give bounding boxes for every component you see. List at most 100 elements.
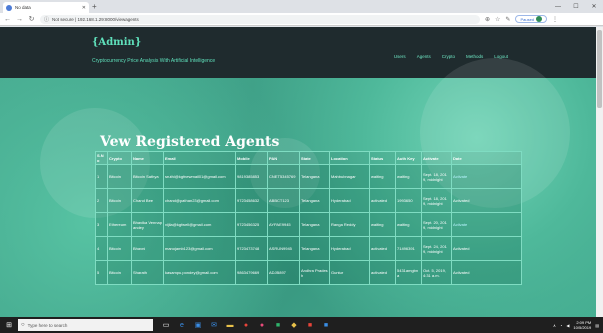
browser-tab[interactable]: No data ✕ — [3, 2, 89, 13]
cell-date: Oct. 5, 2019, 4:31 a.m. — [421, 260, 452, 285]
scrollbar-thumb[interactable] — [597, 30, 602, 108]
cell-state: Telangana — [299, 188, 330, 213]
cell-location: Guntur — [329, 260, 370, 285]
cell-sno: 2 — [95, 188, 108, 213]
taskbar-apps: ▭ e ▣ ✉ ▬ ● ● ■ ◆ ■ ■ — [161, 320, 331, 330]
cell-status: waiting — [369, 164, 396, 189]
app-icon[interactable]: ● — [257, 320, 267, 330]
reload-icon[interactable]: ↻ — [28, 15, 35, 23]
cell-crypto: Bitcoin — [107, 164, 132, 189]
bookmark-star-icon[interactable]: ☆ — [495, 16, 500, 23]
more-menu-icon[interactable]: ⋮ — [552, 16, 558, 23]
col-header: Status — [369, 151, 396, 165]
cell-state: Andhra Pradesh — [299, 260, 330, 285]
page-scrollbar[interactable] — [596, 27, 603, 317]
activate-link[interactable]: Activate — [451, 212, 522, 237]
cell-name: Bhavika Vennapandey — [131, 212, 164, 237]
zoom-icon[interactable]: ⊕ — [485, 16, 490, 23]
cell-mobile: 9723473748 — [235, 236, 268, 261]
maximize-icon[interactable]: ☐ — [567, 0, 585, 13]
cell-crypto: Bitcoin — [107, 188, 132, 213]
close-tab-icon[interactable]: ✕ — [82, 5, 86, 11]
cell-status: activated — [369, 188, 396, 213]
app-icon[interactable]: ■ — [321, 320, 331, 330]
browser-toolbar: ← → ↻ ⓘ Not secure | 192.168.1.29:8000/v… — [0, 13, 603, 26]
file-explorer-icon[interactable]: ▬ — [225, 320, 235, 330]
cell-activated: Activated — [451, 236, 522, 261]
col-header: State — [299, 151, 330, 165]
clock-date: 10/5/2019 — [573, 325, 592, 330]
taskbar-search[interactable]: ○ Type here to search — [18, 319, 153, 331]
col-header: Name — [131, 151, 164, 165]
system-tray: ∧ ◔ ◀ 2:09 PM 10/5/2019 ▤ — [553, 320, 603, 330]
windows-start-icon[interactable]: ⊞ — [0, 317, 18, 333]
cell-pan: CNET5345769 — [267, 164, 300, 189]
tab-favicon-icon — [6, 4, 12, 11]
cell-sno: 3 — [95, 212, 108, 237]
cell-location: Hyderabad — [329, 188, 370, 213]
table-row: 2 Bitcoin Chand Bee chand@pathan23@gmail… — [95, 188, 522, 213]
cell-sno: 1 — [95, 164, 108, 189]
network-icon[interactable]: ◔ — [560, 323, 562, 328]
cell-pan: ASRUN9945 — [267, 236, 300, 261]
python-icon[interactable]: ◆ — [289, 320, 299, 330]
search-icon: ○ — [21, 322, 25, 328]
clock[interactable]: 2:09 PM 10/5/2019 — [573, 320, 591, 330]
table-row: 5 Bitcoin Sharath kasampu.pondey@gmail.c… — [95, 260, 522, 285]
profile-button[interactable]: Paused — [515, 15, 548, 23]
cell-name: Chand Bee — [131, 188, 164, 213]
cell-status: activated — [369, 236, 396, 261]
col-header: S.No — [95, 151, 108, 165]
edge-icon[interactable]: e — [177, 320, 187, 330]
forward-icon[interactable]: → — [16, 16, 23, 23]
cell-auth-key: waiting — [395, 212, 422, 237]
task-view-icon[interactable]: ▭ — [161, 320, 171, 330]
cell-location: Mahbubnagar — [329, 164, 370, 189]
cell-name: Bhavni — [131, 236, 164, 261]
col-header: Activate — [421, 151, 452, 165]
cell-state: Telangana — [299, 164, 330, 189]
brand-logo[interactable]: {Admin} — [92, 37, 141, 48]
cell-email: vijila@kgfwell@gmail.com — [163, 212, 236, 237]
nav-agents[interactable]: Agents — [417, 54, 431, 59]
table-row: 3 Ethereum Bhavika Vennapandey vijila@kg… — [95, 212, 522, 237]
extension-icon[interactable]: ✎ — [505, 16, 510, 23]
activate-link[interactable]: Activate — [451, 164, 522, 189]
cell-status: activated — [369, 260, 396, 285]
site-subtitle: Cryptocurrency Price Analysis With Artif… — [92, 58, 216, 64]
app-icon[interactable]: ■ — [273, 320, 283, 330]
cell-email: chand@pathan23@gmail.com — [163, 188, 236, 213]
col-header: Date — [451, 151, 522, 165]
tab-title: No data — [15, 5, 31, 10]
address-bar[interactable]: ⓘ Not secure | 192.168.1.29:8000/viewage… — [40, 14, 480, 24]
cell-mobile: 9723458632 — [235, 188, 268, 213]
cell-crypto: Bitcoin — [107, 236, 132, 261]
cell-date: Sept. 18, 2019, midnight — [421, 164, 452, 189]
nav-crypto[interactable]: Crypto — [442, 54, 455, 59]
cell-activated: Activated — [451, 188, 522, 213]
cell-name: Sharath — [131, 260, 164, 285]
close-window-icon[interactable]: ✕ — [585, 0, 603, 13]
cell-auth-key: 5431amgbna — [395, 260, 422, 285]
minimize-icon[interactable]: — — [549, 0, 567, 13]
info-icon[interactable]: ⓘ — [44, 16, 49, 23]
notifications-icon[interactable]: ▤ — [595, 323, 599, 328]
chevron-up-icon[interactable]: ∧ — [553, 323, 556, 328]
mail-icon[interactable]: ✉ — [209, 320, 219, 330]
back-icon[interactable]: ← — [4, 16, 11, 23]
col-header: Location — [329, 151, 370, 165]
cell-state: Telangana — [299, 236, 330, 261]
nav-users[interactable]: Users — [394, 54, 406, 59]
cell-pan: ADJB897 — [267, 260, 300, 285]
page-heading: Vew Registered Agents — [100, 134, 280, 150]
cell-auth-key: 71496391 — [395, 236, 422, 261]
cell-crypto: Ethereum — [107, 212, 132, 237]
table-row: 1 Bitcoin Bitcoin Sathya sruthi@kgfnewma… — [95, 164, 522, 189]
cell-location: Ranga Reddy — [329, 212, 370, 237]
volume-icon[interactable]: ◀ — [566, 323, 569, 328]
store-icon[interactable]: ▣ — [193, 320, 203, 330]
chrome-icon[interactable]: ● — [241, 320, 251, 330]
new-tab-icon[interactable]: + — [92, 2, 97, 11]
pycharm-icon[interactable]: ■ — [305, 320, 315, 330]
cell-activated: Activated — [451, 260, 522, 285]
